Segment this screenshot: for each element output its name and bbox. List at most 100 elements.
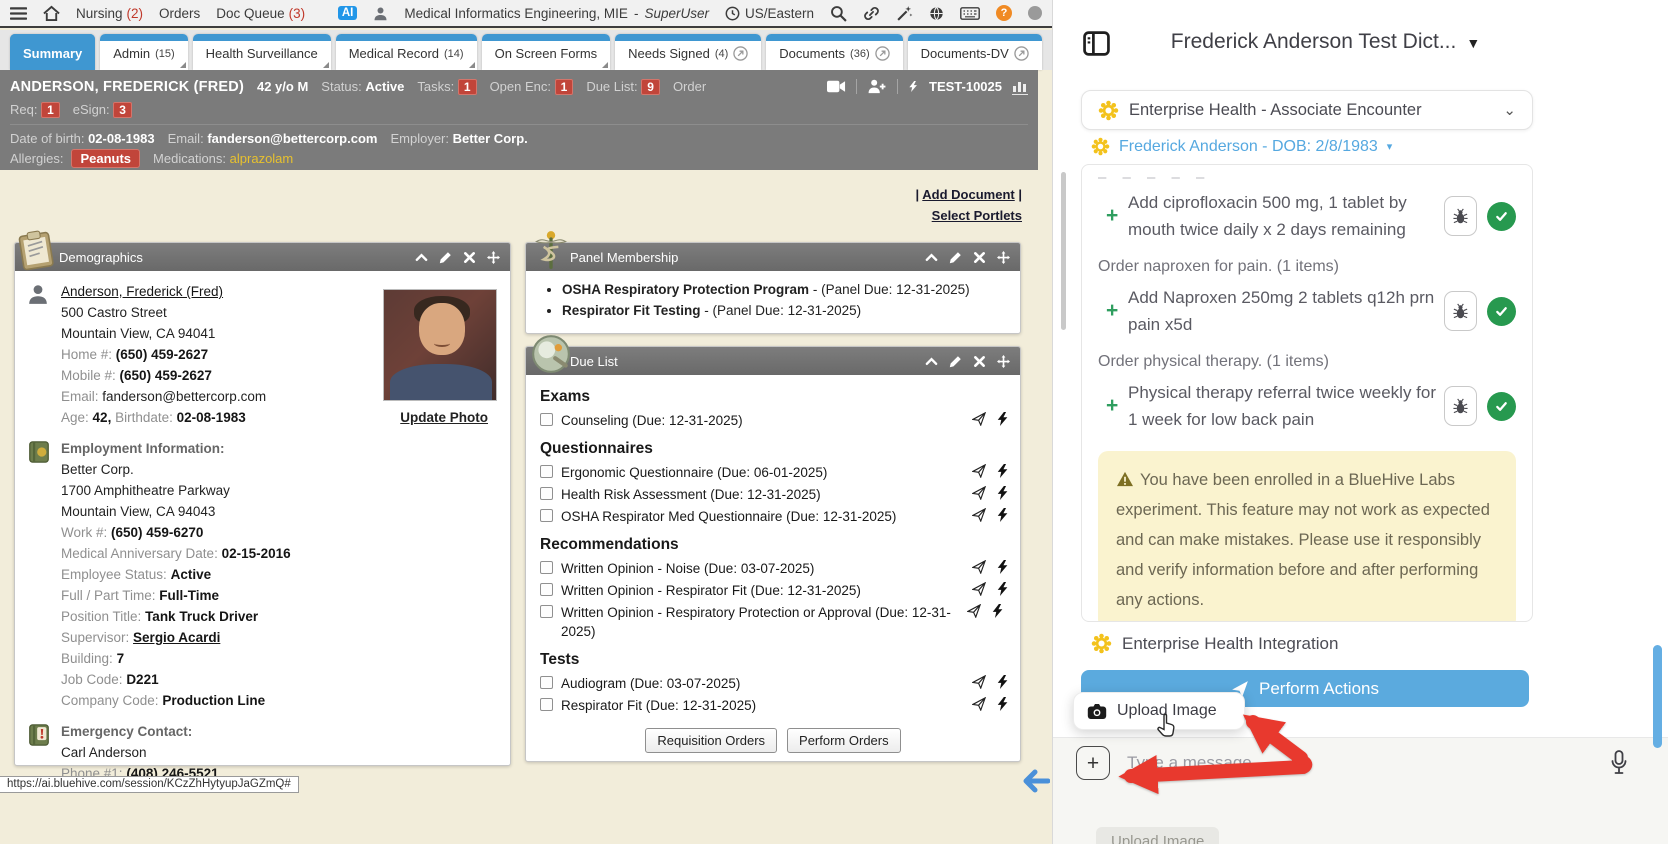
perform-now-icon[interactable]: [996, 675, 1010, 689]
due-item-checkbox[interactable]: [540, 509, 553, 522]
search-icon[interactable]: [830, 5, 847, 22]
edit-icon[interactable]: [949, 251, 962, 264]
timezone-label[interactable]: US/Eastern: [745, 6, 814, 21]
avatar[interactable]: [1028, 6, 1042, 20]
quick-action-bolt-icon[interactable]: [908, 79, 919, 94]
wand-icon[interactable]: [896, 5, 913, 22]
encounter-card[interactable]: Enterprise Health - Associate Encounter …: [1081, 90, 1533, 130]
attach-plus-button[interactable]: +: [1076, 746, 1110, 780]
send-order-icon[interactable]: [972, 412, 986, 426]
tab-health-surveillance[interactable]: Health Surveillance: [193, 34, 331, 70]
perform-now-icon[interactable]: [996, 486, 1010, 500]
hamburger-menu-icon[interactable]: [10, 5, 27, 22]
message-input[interactable]: [1127, 748, 1587, 778]
panel-scrollbar-thumb[interactable]: [1653, 645, 1662, 748]
send-order-icon[interactable]: [972, 675, 986, 689]
add-document-link[interactable]: Add Document: [922, 187, 1014, 202]
patient-dob-dropdown[interactable]: Frederick Anderson - DOB: 2/8/1983 ▾: [1091, 137, 1392, 156]
tab-admin[interactable]: Admin(15): [100, 34, 187, 70]
medications-value[interactable]: alprazolam: [230, 151, 294, 166]
requisition-orders-button[interactable]: Requisition Orders: [645, 728, 777, 753]
collapse-icon[interactable]: [415, 251, 428, 264]
ai-badge[interactable]: AI: [338, 6, 358, 20]
home-icon[interactable]: [43, 5, 60, 22]
debug-button[interactable]: [1444, 196, 1477, 236]
req-count-badge[interactable]: 1: [41, 102, 60, 118]
perform-now-icon[interactable]: [996, 582, 1010, 596]
perform-now-icon[interactable]: [996, 412, 1010, 426]
due-item-checkbox[interactable]: [540, 605, 553, 618]
nav-orders[interactable]: Orders: [159, 6, 200, 21]
due-list-count-badge[interactable]: 9: [641, 79, 660, 95]
tab-on-screen-forms[interactable]: On Screen Forms: [482, 34, 611, 70]
edit-icon[interactable]: [949, 355, 962, 368]
keyboard-icon[interactable]: [960, 5, 980, 22]
move-icon[interactable]: [997, 251, 1010, 264]
organization-label: Medical Informatics Engineering, MIE: [404, 6, 628, 21]
allergy-badge[interactable]: Peanuts: [71, 149, 140, 168]
perform-now-icon[interactable]: [996, 697, 1010, 711]
close-icon[interactable]: [973, 251, 986, 264]
select-portlets-link[interactable]: Select Portlets: [932, 208, 1022, 223]
due-item-checkbox[interactable]: [540, 487, 553, 500]
perform-now-icon[interactable]: [991, 604, 1005, 618]
move-icon[interactable]: [997, 355, 1010, 368]
globe-icon[interactable]: [929, 5, 944, 22]
tab-documents-dv[interactable]: Documents-DV: [908, 34, 1042, 70]
esign-count-badge[interactable]: 3: [113, 102, 132, 118]
due-item-checkbox[interactable]: [540, 413, 553, 426]
external-link-icon[interactable]: [875, 46, 890, 61]
video-visit-icon[interactable]: [827, 79, 846, 94]
close-icon[interactable]: [973, 355, 986, 368]
patient-name-link[interactable]: Anderson, Frederick (Fred): [61, 284, 223, 299]
send-order-icon[interactable]: [972, 582, 986, 596]
perform-now-icon[interactable]: [996, 560, 1010, 574]
tab-summary[interactable]: Summary: [10, 34, 95, 70]
nav-doc-queue[interactable]: Doc Queue(3): [216, 6, 305, 21]
debug-button[interactable]: [1444, 386, 1477, 426]
perform-orders-button[interactable]: Perform Orders: [787, 728, 901, 753]
due-item-checkbox[interactable]: [540, 465, 553, 478]
send-order-icon[interactable]: [972, 464, 986, 478]
move-icon[interactable]: [487, 251, 500, 264]
external-link-icon[interactable]: [733, 46, 748, 61]
collapse-icon[interactable]: [925, 251, 938, 264]
session-title-dropdown[interactable]: Frederick Anderson Test Dict...▼: [1123, 30, 1528, 54]
chart-stats-icon[interactable]: [1012, 79, 1028, 95]
close-icon[interactable]: [463, 251, 476, 264]
help-icon[interactable]: ?: [996, 5, 1012, 21]
perform-now-icon[interactable]: [996, 508, 1010, 522]
send-order-icon[interactable]: [967, 604, 981, 618]
send-order-icon[interactable]: [972, 508, 986, 522]
order-link[interactable]: Order: [673, 79, 706, 94]
sidebar-toggle-icon[interactable]: [1083, 31, 1110, 56]
upload-image-button[interactable]: Upload Image: [1073, 692, 1245, 730]
link-icon[interactable]: [863, 5, 880, 22]
chat-scrollbar-thumb[interactable]: [1061, 172, 1066, 330]
edit-icon[interactable]: [439, 251, 452, 264]
supervisor-link[interactable]: Sergio Acardi: [133, 630, 220, 645]
due-item-checkbox[interactable]: [540, 676, 553, 689]
update-photo-link[interactable]: Update Photo: [400, 407, 488, 428]
nav-nursing[interactable]: Nursing(2): [76, 6, 143, 21]
due-item-checkbox[interactable]: [540, 698, 553, 711]
perform-now-icon[interactable]: [996, 464, 1010, 478]
add-person-icon[interactable]: [867, 79, 887, 94]
tab-documents[interactable]: Documents(36): [766, 34, 902, 70]
due-item-checkbox[interactable]: [540, 561, 553, 574]
send-order-icon[interactable]: [972, 697, 986, 711]
tab-medical-record[interactable]: Medical Record(14): [336, 34, 477, 70]
open-enc-count-badge[interactable]: 1: [555, 79, 574, 95]
collapse-panel-arrow[interactable]: [1022, 768, 1050, 794]
due-item-checkbox[interactable]: [540, 583, 553, 596]
collapse-icon[interactable]: [925, 355, 938, 368]
chevron-down-icon[interactable]: ⌄: [1503, 101, 1516, 119]
microphone-icon[interactable]: [1610, 750, 1628, 775]
tasks-count-badge[interactable]: 1: [458, 79, 477, 95]
tab-needs-signed[interactable]: Needs Signed(4): [615, 34, 761, 70]
send-order-icon[interactable]: [972, 486, 986, 500]
debug-button[interactable]: [1444, 291, 1477, 331]
bug-icon: [1452, 303, 1469, 320]
external-link-icon[interactable]: [1014, 46, 1029, 61]
send-order-icon[interactable]: [972, 560, 986, 574]
